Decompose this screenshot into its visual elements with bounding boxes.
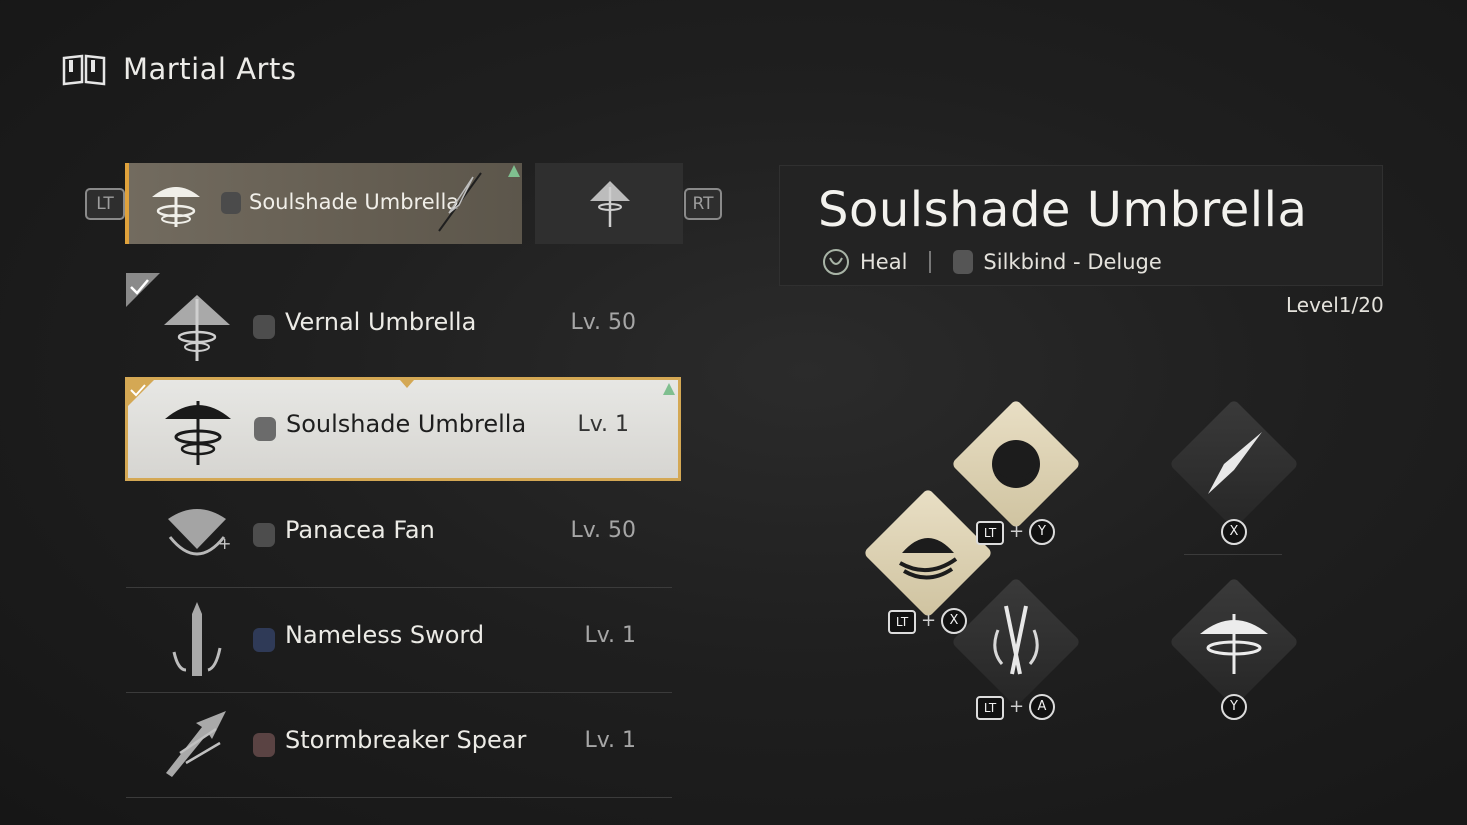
weapon-row-vernal-umbrella[interactable]: Vernal Umbrella Lv. 50: [126, 275, 672, 380]
skill-divider: [1184, 554, 1282, 555]
plus-icon: +: [921, 610, 937, 631]
spear-thrust-skill-icon: [1208, 432, 1262, 494]
weapon-level: Lv. 1: [584, 728, 636, 753]
detail-tag-silkbind: Silkbind - Deluge: [983, 250, 1162, 274]
umbrella-guard-skill-icon: [1200, 614, 1268, 674]
selected-row-content: Soulshade Umbrella Lv. 1: [127, 377, 673, 482]
rt-next-button[interactable]: RT: [684, 188, 722, 220]
heal-badge-icon: [254, 417, 276, 441]
weapon-name: Stormbreaker Spear: [285, 726, 527, 754]
x-button-icon: X: [941, 608, 967, 634]
weapon-row-stormbreaker-spear[interactable]: Stormbreaker Spear Lv. 1: [126, 693, 672, 798]
svg-text:+: +: [218, 534, 231, 553]
umbrella-sketch-icon: [438, 172, 482, 232]
dual-blade-skill-icon: [993, 605, 1039, 675]
weapon-row-nameless-sword[interactable]: Nameless Sword Lv. 1: [126, 588, 672, 693]
stormbreaker-badge-icon: [253, 733, 275, 757]
umbrella-swirl-skill-icon: [899, 538, 958, 580]
stormbreaker-spear-icon: [166, 711, 226, 777]
nameless-sword-icon: [172, 602, 222, 676]
weapon-level: Lv. 50: [570, 310, 636, 335]
detail-level: Level1/20: [1286, 293, 1384, 317]
active-loadout-slot[interactable]: Soulshade Umbrella: [125, 163, 522, 244]
weapon-name: Vernal Umbrella: [285, 308, 477, 336]
plus-icon: +: [1009, 521, 1025, 542]
weapon-level: Lv. 1: [584, 623, 636, 648]
heal-icon: [823, 249, 849, 275]
weapon-level: Lv. 1: [577, 412, 629, 437]
detail-title: Soulshade Umbrella: [818, 182, 1308, 238]
second-loadout-slot[interactable]: [535, 163, 683, 244]
x-button-icon: X: [1221, 519, 1247, 545]
weapon-level: Lv. 50: [570, 518, 636, 543]
a-button-icon: A: [1029, 694, 1055, 720]
vernal-badge-icon: [253, 315, 275, 339]
y-button-icon: Y: [1221, 694, 1247, 720]
weapon-name: Soulshade Umbrella: [286, 410, 527, 438]
weapon-name: Panacea Fan: [285, 516, 435, 544]
heal-badge-icon: [253, 523, 275, 547]
lt-button-icon: LT: [976, 521, 1004, 545]
weapon-row-soulshade-umbrella[interactable]: Soulshade Umbrella Lv. 1: [125, 377, 681, 481]
weapon-name: Nameless Sword: [285, 621, 485, 649]
vernal-umbrella-icon: [590, 181, 630, 227]
heal-badge-icon: [221, 192, 241, 214]
weapon-detail-panel: Soulshade Umbrella Heal Silkbind - Delug…: [779, 165, 1383, 286]
weapon-row-panacea-fan[interactable]: + Panacea Fan Lv. 50: [126, 483, 672, 588]
page-title: Martial Arts: [123, 52, 297, 86]
soulshade-umbrella-icon: [152, 187, 200, 227]
detail-tags: Heal Silkbind - Deluge: [822, 248, 1162, 276]
lt-button-icon: LT: [888, 610, 916, 634]
active-slot-name: Soulshade Umbrella: [249, 190, 460, 214]
umbrella-spin-skill-icon: [992, 440, 1040, 488]
book-icon: [62, 54, 106, 86]
panacea-fan-icon: +: [168, 509, 231, 556]
row-divider: [126, 797, 672, 798]
lt-button-icon: LT: [976, 696, 1004, 720]
tag-separator: [929, 251, 932, 273]
soulshade-umbrella-icon: [165, 401, 231, 465]
lt-prev-button[interactable]: LT: [85, 188, 125, 220]
silkbind-icon: [953, 250, 974, 274]
vernal-umbrella-icon: [164, 295, 230, 361]
upgrade-arrow-icon: [508, 165, 520, 177]
y-button-icon: Y: [1029, 519, 1055, 545]
plus-icon: +: [1009, 696, 1025, 717]
detail-tag-heal: Heal: [860, 250, 908, 274]
nameless-badge-icon: [253, 628, 275, 652]
